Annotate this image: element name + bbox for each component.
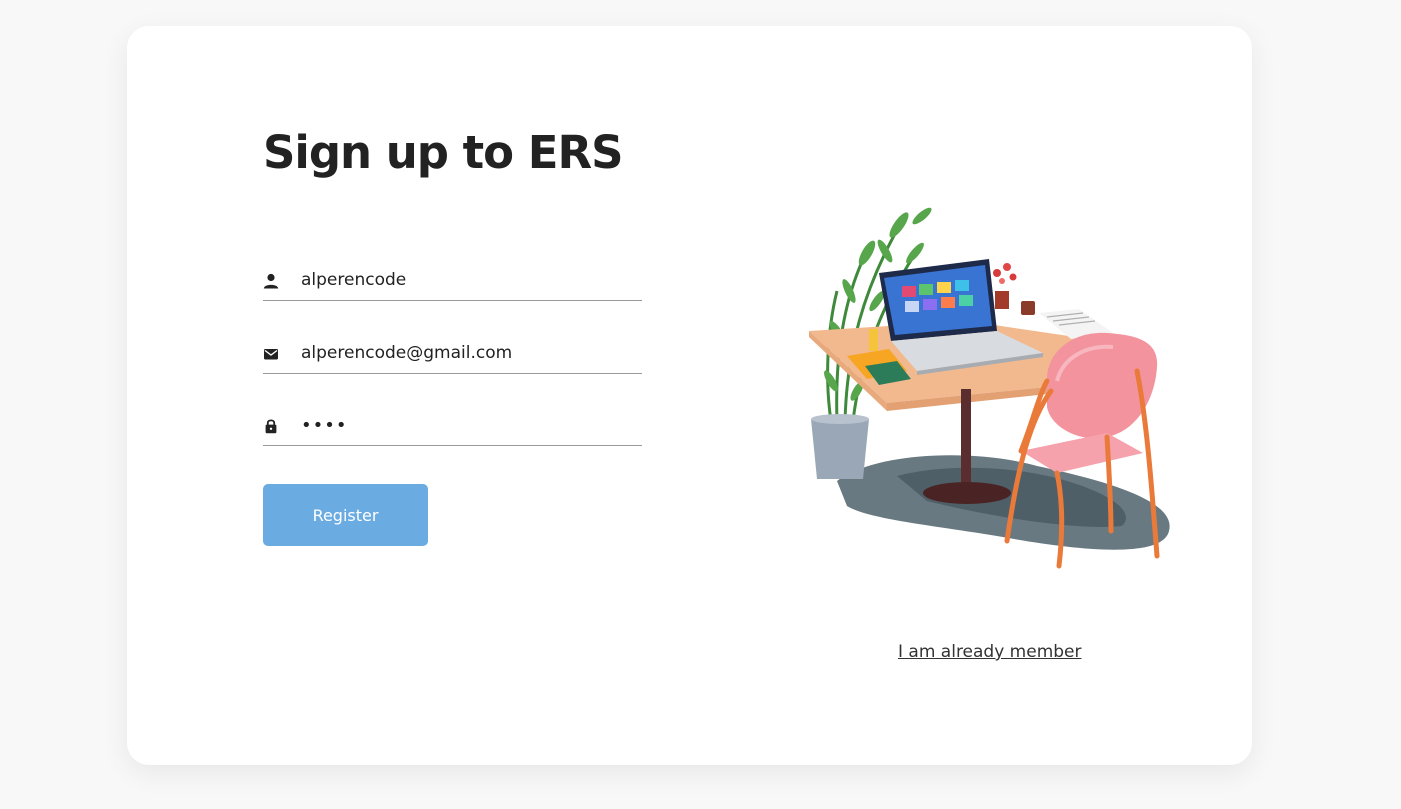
username-field xyxy=(263,261,642,301)
signup-card: Sign up to ERS Register xyxy=(127,26,1252,765)
password-field xyxy=(263,406,642,446)
email-field xyxy=(263,334,642,374)
desk-illustration xyxy=(807,181,1177,571)
already-member-link[interactable]: I am already member xyxy=(898,642,1082,662)
lock-icon xyxy=(263,418,279,434)
register-button[interactable]: Register xyxy=(263,484,428,546)
username-input[interactable] xyxy=(301,261,641,299)
mail-icon xyxy=(263,346,279,362)
page-title: Sign up to ERS xyxy=(263,126,624,179)
password-input[interactable] xyxy=(301,406,641,444)
person-icon xyxy=(263,273,279,289)
email-input[interactable] xyxy=(301,334,641,372)
